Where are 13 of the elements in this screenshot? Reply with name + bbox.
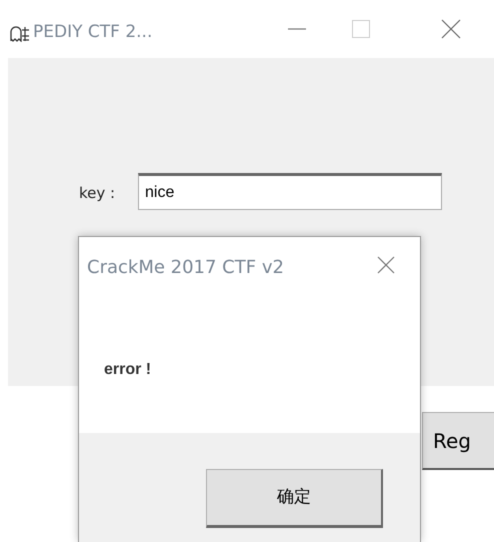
window-title: PEDIY CTF 2... [33,21,152,44]
ok-button[interactable]: 确定 [206,469,383,528]
error-message: error ! [104,360,152,380]
key-field[interactable]: nice [138,173,442,210]
close-button[interactable] [376,255,396,275]
close-button[interactable] [440,18,462,40]
minimize-icon [288,28,306,30]
dialog-title: CrackMe 2017 CTF v2 [87,256,284,280]
close-icon [376,255,396,275]
key-label: key : [79,183,116,204]
register-button[interactable]: Reg [422,412,494,470]
maximize-icon [350,18,372,40]
close-icon [440,18,462,40]
